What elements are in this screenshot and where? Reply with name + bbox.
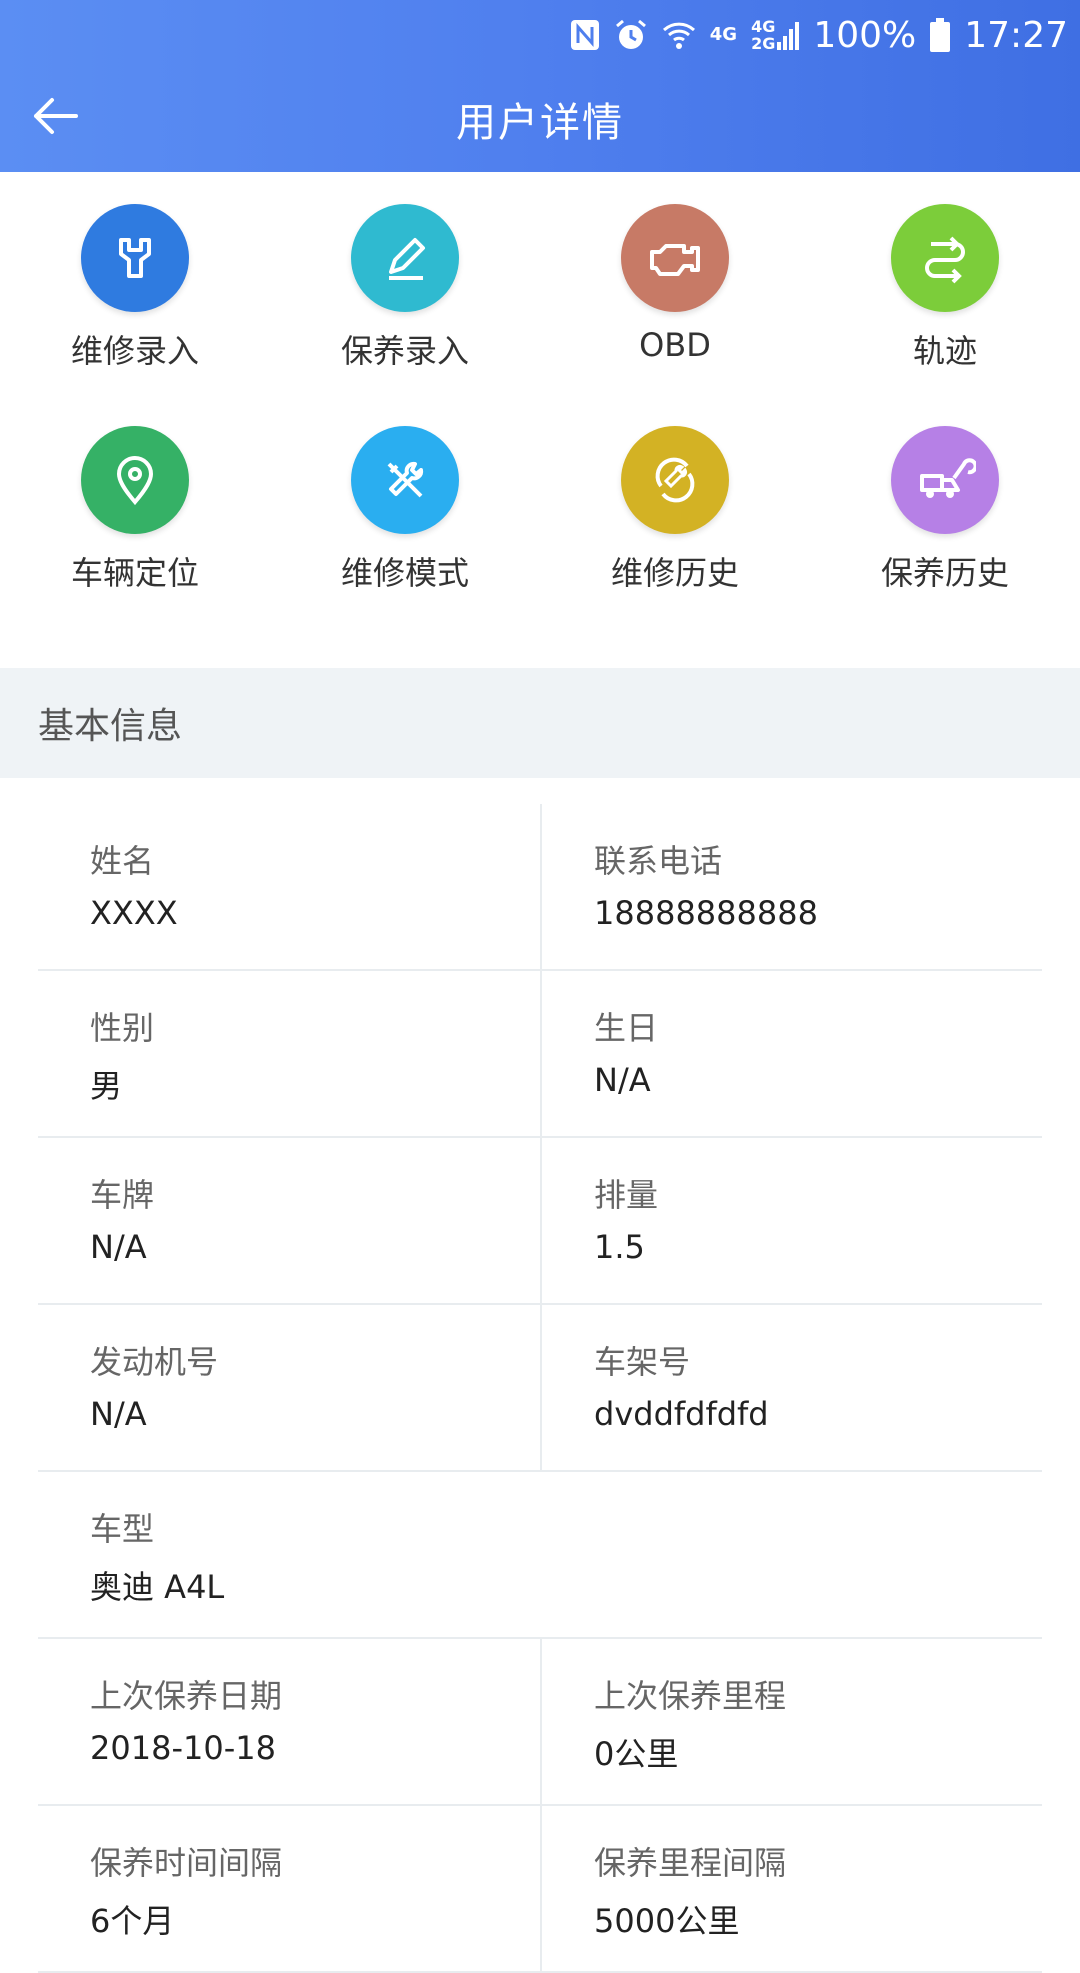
action-label: OBD (639, 326, 711, 364)
battery-icon (930, 18, 951, 52)
info-key: 性别 (90, 1009, 155, 1047)
wrench-icon (81, 204, 189, 312)
action-repair-history[interactable]: 维修历史 (540, 426, 810, 648)
info-key: 上次保养里程 (594, 1677, 787, 1715)
action-obd[interactable]: OBD (540, 204, 810, 426)
route-icon (891, 204, 999, 312)
repair-history-icon (621, 426, 729, 534)
tow-truck-icon (891, 426, 999, 534)
info-row: 性别 男 生日 N/A (38, 971, 1042, 1138)
action-label: 轨迹 (912, 332, 977, 370)
info-cell-maintenance-mileage-interval: 保养里程间隔 5000公里 (540, 1806, 1042, 1971)
network-label: 4G (709, 24, 738, 45)
info-value: N/A (90, 1228, 147, 1266)
action-maintenance-entry[interactable]: 保养录入 (270, 204, 540, 426)
action-label: 车辆定位 (70, 554, 199, 592)
action-label: 保养录入 (340, 332, 469, 370)
info-row: 保养时间间隔 6个月 保养里程间隔 5000公里 (38, 1806, 1042, 1973)
info-cell-gender: 性别 男 (38, 971, 540, 1136)
network-label-bottom: 2G (751, 34, 776, 53)
info-key: 车架号 (594, 1343, 691, 1381)
pencil-icon (351, 204, 459, 312)
info-cell-last-maintenance-date: 上次保养日期 2018-10-18 (38, 1639, 540, 1804)
info-cell-displacement: 排量 1.5 (540, 1138, 1042, 1303)
info-row: 上次保养日期 2018-10-18 上次保养里程 0公里 (38, 1639, 1042, 1806)
section-header: 基本信息 (0, 668, 1080, 778)
engine-icon (621, 204, 729, 312)
app-header: 4G 4G 2G 100% 17:27 用户详情 (0, 0, 1080, 172)
tools-icon (351, 426, 459, 534)
info-row: 车型 奥迪 A4L (38, 1472, 1042, 1639)
action-repair-entry[interactable]: 维修录入 (0, 204, 270, 426)
network-label-top: 4G (751, 17, 776, 36)
info-key: 排量 (594, 1176, 659, 1214)
info-value: 18888888888 (594, 894, 818, 932)
info-key: 发动机号 (90, 1343, 219, 1381)
info-value: 1.5 (594, 1228, 645, 1266)
basic-info-table: 姓名 XXXX 联系电话 18888888888 性别 男 生日 N/A 车牌 … (38, 804, 1042, 1973)
action-label: 维修录入 (70, 332, 199, 370)
info-row: 姓名 XXXX 联系电话 18888888888 (38, 804, 1042, 971)
info-cell-maintenance-time-interval: 保养时间间隔 6个月 (38, 1806, 540, 1971)
info-cell-birthday: 生日 N/A (540, 971, 1042, 1136)
alarm-icon (614, 18, 648, 52)
action-grid: 维修录入 保养录入 OBD 轨迹 车辆定位 维修模式 维修历史 保养历史 (0, 172, 1080, 668)
info-row: 车牌 N/A 排量 1.5 (38, 1138, 1042, 1305)
info-key: 保养里程间隔 (594, 1844, 787, 1882)
info-key: 联系电话 (594, 842, 723, 880)
page-title: 用户详情 (456, 100, 624, 146)
info-key: 生日 (594, 1009, 659, 1047)
info-cell-last-maintenance-mileage: 上次保养里程 0公里 (540, 1639, 1042, 1804)
info-key: 保养时间间隔 (90, 1844, 283, 1882)
info-value: 男 (90, 1067, 123, 1105)
info-value: 奥迪 A4L (90, 1568, 225, 1606)
info-key: 姓名 (90, 842, 155, 880)
location-pin-icon (81, 426, 189, 534)
info-value: dvddfdfdfd (594, 1395, 769, 1433)
clock: 17:27 (964, 14, 1068, 56)
action-label: 维修历史 (610, 554, 739, 592)
info-cell-engine-number: 发动机号 N/A (38, 1305, 540, 1470)
info-value: 5000公里 (594, 1902, 740, 1940)
info-cell-phone[interactable]: 联系电话 18888888888 (540, 804, 1042, 969)
info-cell-plate: 车牌 N/A (38, 1138, 540, 1303)
signal-icon: 4G 2G (751, 17, 800, 53)
battery-percent: 100% (813, 14, 917, 56)
info-cell-model: 车型 奥迪 A4L (38, 1472, 1042, 1637)
action-vehicle-location[interactable]: 车辆定位 (0, 426, 270, 648)
info-key: 车牌 (90, 1176, 155, 1214)
action-repair-mode[interactable]: 维修模式 (270, 426, 540, 648)
status-bar: 4G 4G 2G 100% 17:27 (570, 10, 1068, 60)
action-maintenance-history[interactable]: 保养历史 (810, 426, 1080, 648)
info-value: 2018-10-18 (90, 1729, 276, 1767)
info-key: 车型 (90, 1510, 155, 1548)
action-label: 保养历史 (880, 554, 1009, 592)
info-row: 发动机号 N/A 车架号 dvddfdfdfd (38, 1305, 1042, 1472)
action-label: 维修模式 (340, 554, 469, 592)
nfc-icon (570, 19, 600, 51)
info-cell-name: 姓名 XXXX (38, 804, 540, 969)
info-value: 6个月 (90, 1902, 175, 1940)
info-key: 上次保养日期 (90, 1677, 283, 1715)
info-value: XXXX (90, 894, 178, 932)
info-cell-vin: 车架号 dvddfdfdfd (540, 1305, 1042, 1470)
info-value: N/A (594, 1061, 651, 1099)
info-value: N/A (90, 1395, 147, 1433)
wifi-icon (662, 18, 696, 52)
info-value: 0公里 (594, 1735, 679, 1773)
action-track[interactable]: 轨迹 (810, 204, 1080, 426)
